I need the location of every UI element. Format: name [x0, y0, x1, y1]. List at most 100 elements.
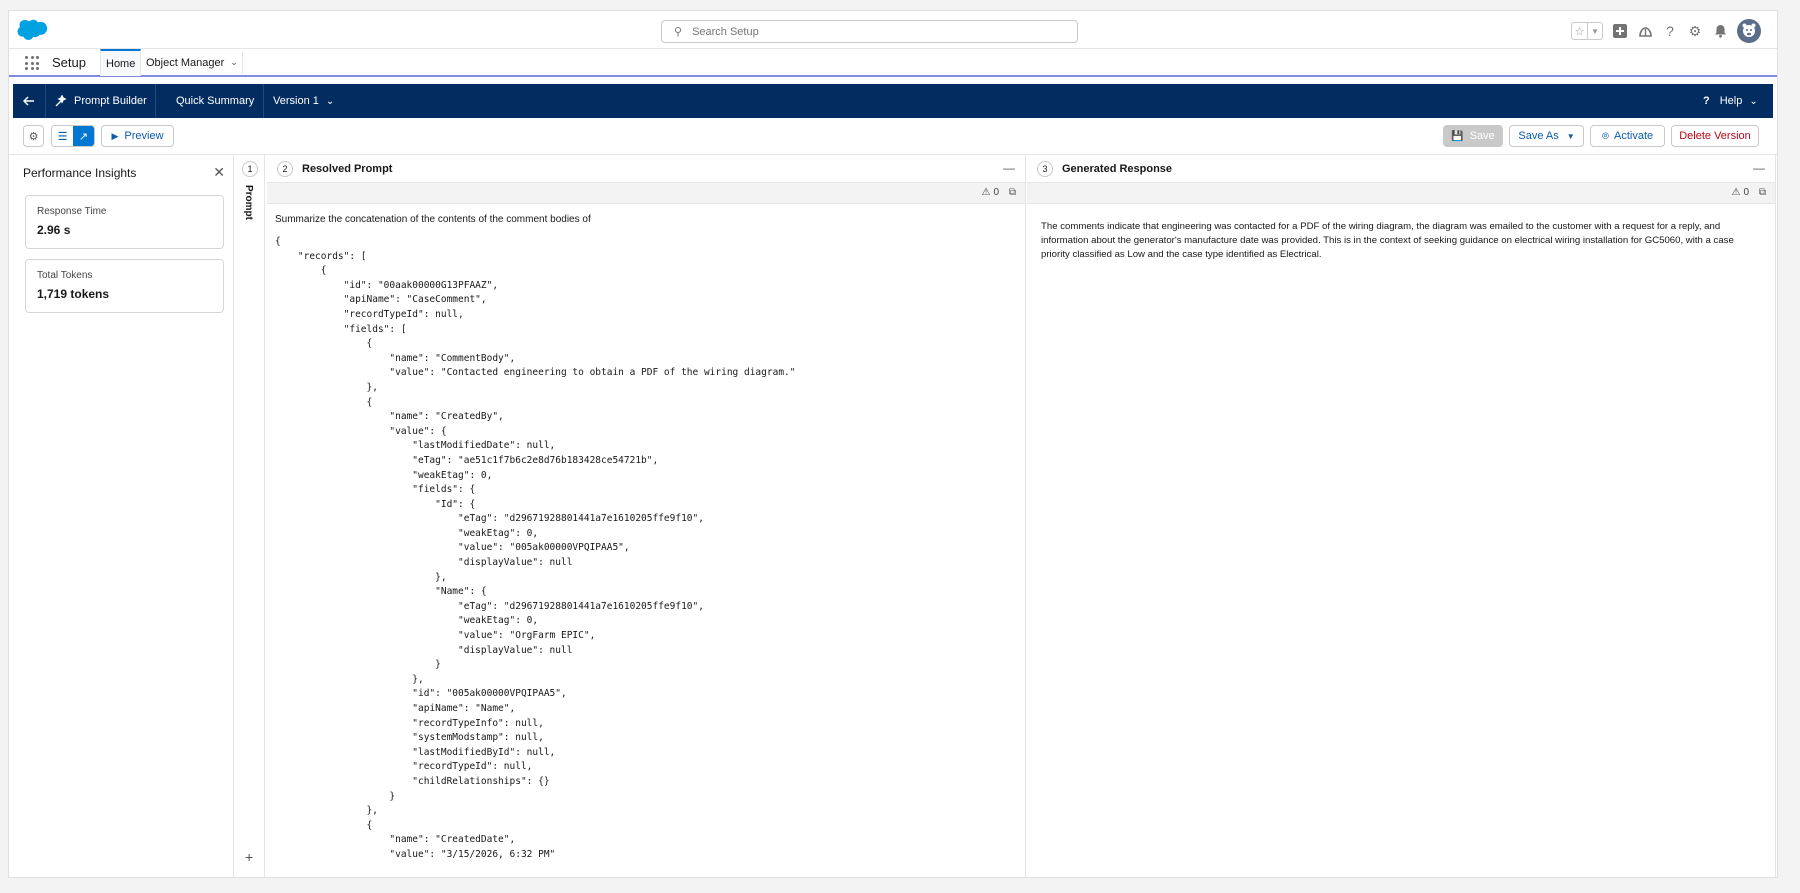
add-icon[interactable]: +: [245, 849, 253, 865]
resolved-prompt-panel: 2 Resolved Prompt — ⚠ 0 ⧉ Summarize the …: [267, 155, 1026, 877]
resolved-prompt-json: { "records": [ { "id": "00aak00000G13PFA…: [275, 235, 1017, 863]
notifications-bell-icon[interactable]: [1712, 23, 1728, 39]
save-label: Save: [1469, 130, 1495, 142]
generated-response-panel: 3 Generated Response — ⚠ 0 ⧉ The comment…: [1027, 155, 1776, 877]
save-button[interactable]: 💾 Save: [1443, 125, 1503, 147]
warning-count-value: 0: [993, 187, 999, 198]
search-icon: ⚲: [674, 26, 683, 38]
metric-label: Response Time: [37, 206, 107, 217]
chevron-down-icon[interactable]: ⌄: [230, 57, 238, 68]
filters-icon[interactable]: ☰: [52, 126, 73, 146]
json-line: {: [275, 265, 327, 277]
json-line: "weakEtag": 0,: [275, 469, 493, 481]
metric-card-response-time: Response Time 2.96 s: [25, 195, 224, 249]
prompt-builder-bar: Prompt Builder Quick Summary Version 1 ⌄…: [13, 84, 1773, 118]
tab-object-manager[interactable]: Object Manager ⌄: [141, 49, 243, 76]
favorites-dropdown-icon[interactable]: ▼: [1587, 23, 1602, 39]
help-menu[interactable]: ? Help ⌄: [1703, 84, 1758, 118]
json-line: "records": [: [275, 250, 367, 262]
save-as-button[interactable]: Save As ▼: [1509, 125, 1584, 147]
preview-button[interactable]: ▶ Preview: [101, 125, 174, 147]
tab-object-manager-label: Object Manager: [146, 56, 225, 69]
json-line: },: [275, 673, 424, 685]
warning-icon: ⚠: [981, 187, 991, 198]
salesforce-logo-icon[interactable]: [17, 19, 47, 40]
performance-chart-icon[interactable]: ↗: [73, 126, 94, 146]
delete-version-button[interactable]: Delete Version: [1671, 125, 1759, 147]
gear-icon: ⚙: [28, 130, 39, 143]
json-line: "value": "Contacted engineering to obtai…: [275, 367, 796, 379]
metric-card-total-tokens: Total Tokens 1,719 tokens: [25, 259, 224, 313]
chevron-down-icon: ⌄: [1749, 95, 1758, 107]
panel-toggle-group: ☰ ↗: [51, 125, 95, 147]
metric-value: 1,719 tokens: [37, 287, 110, 301]
close-icon[interactable]: ✕: [213, 164, 225, 181]
prompt-intro-text: Summarize the concatenation of the conte…: [275, 214, 591, 225]
template-name: Quick Summary: [176, 95, 255, 107]
prompt-builder-icon: [55, 95, 67, 107]
panel-title: Generated Response: [1062, 162, 1173, 175]
warning-count[interactable]: ⚠ 0: [1731, 187, 1749, 198]
trailhead-icon[interactable]: [1637, 23, 1653, 39]
setup-gear-icon[interactable]: ⚙: [1687, 23, 1703, 39]
json-line: "fields": {: [275, 484, 476, 496]
help-label: Help: [1719, 95, 1743, 107]
bar-divider: [155, 84, 156, 118]
help-icon[interactable]: ?: [1662, 23, 1678, 39]
collapse-icon[interactable]: —: [1003, 161, 1015, 175]
star-icon[interactable]: ☆: [1572, 23, 1587, 39]
builder-toolbar: ⚙ ☰ ↗ ▶ Preview 💾 Save Save As ▼ ⦾ Activ…: [9, 118, 1777, 155]
metric-label: Total Tokens: [37, 270, 93, 281]
delete-version-label: Delete Version: [1679, 130, 1751, 142]
tab-divider: [242, 52, 243, 74]
favorites-group[interactable]: ☆ ▼: [1571, 22, 1603, 40]
setup-search[interactable]: ⚲: [661, 20, 1078, 43]
json-line: "name": "CommentBody",: [275, 352, 516, 364]
back-arrow-icon[interactable]: [23, 84, 35, 118]
panel-subheader: ⚠ 0 ⧉: [267, 183, 1025, 204]
prompt-builder-title: Prompt Builder: [55, 84, 147, 118]
user-avatar[interactable]: [1737, 19, 1761, 43]
version-label: Version 1: [273, 95, 319, 107]
panel-title: Performance Insights: [23, 166, 137, 180]
json-line: "id": "00aak00000G13PFAAZ",: [275, 279, 499, 291]
activate-icon: ⦾: [1601, 130, 1610, 141]
json-line: "id": "005ak00000VPQIPAA5",: [275, 688, 567, 700]
play-icon: ▶: [111, 130, 119, 141]
settings-button[interactable]: ⚙: [23, 125, 44, 147]
step-label: Prompt: [243, 185, 254, 220]
caret-down-icon: ▼: [1566, 131, 1575, 141]
json-line: "weakEtag": 0,: [275, 527, 539, 539]
json-line: "eTag": "d29671928801441a7e1610205ffe9f1…: [275, 600, 704, 612]
app-launcher-icon[interactable]: [25, 56, 39, 70]
global-header: ⚲ ☆ ▼ ? ⚙: [9, 11, 1777, 48]
version-dropdown[interactable]: Version 1 ⌄: [273, 84, 334, 118]
json-line: },: [275, 381, 378, 393]
copy-icon[interactable]: ⧉: [1759, 187, 1766, 198]
json-line: "value": {: [275, 425, 447, 437]
json-line: "value": "005ak00000VPQIPAA5",: [275, 542, 630, 554]
json-line: "Name": {: [275, 586, 487, 598]
warning-icon: ⚠: [1731, 187, 1741, 198]
tab-home[interactable]: Home: [100, 49, 142, 76]
collapse-icon[interactable]: —: [1753, 161, 1765, 175]
step-number: 2: [277, 160, 293, 177]
json-line: {: [275, 236, 281, 247]
bar-divider: [263, 84, 264, 118]
step-number: 3: [1037, 160, 1053, 177]
global-actions-icon[interactable]: [1612, 23, 1628, 39]
prompt-step-tab[interactable]: 1 Prompt +: [235, 155, 265, 877]
json-line: "name": "CreatedDate",: [275, 834, 516, 846]
json-line: "weakEtag": 0,: [275, 615, 539, 627]
json-line: "apiName": "Name",: [275, 703, 516, 714]
search-input[interactable]: [692, 25, 1053, 38]
chevron-down-icon: ⌄: [325, 95, 335, 107]
panel-title: Resolved Prompt: [302, 162, 393, 175]
activate-button[interactable]: ⦾ Activate: [1590, 125, 1665, 147]
activate-label: Activate: [1614, 130, 1654, 142]
warning-count[interactable]: ⚠ 0: [981, 187, 999, 198]
copy-icon[interactable]: ⧉: [1009, 187, 1016, 198]
bar-divider: [45, 84, 46, 118]
json-line: "fields": [: [275, 323, 407, 335]
json-line: },: [275, 805, 378, 817]
